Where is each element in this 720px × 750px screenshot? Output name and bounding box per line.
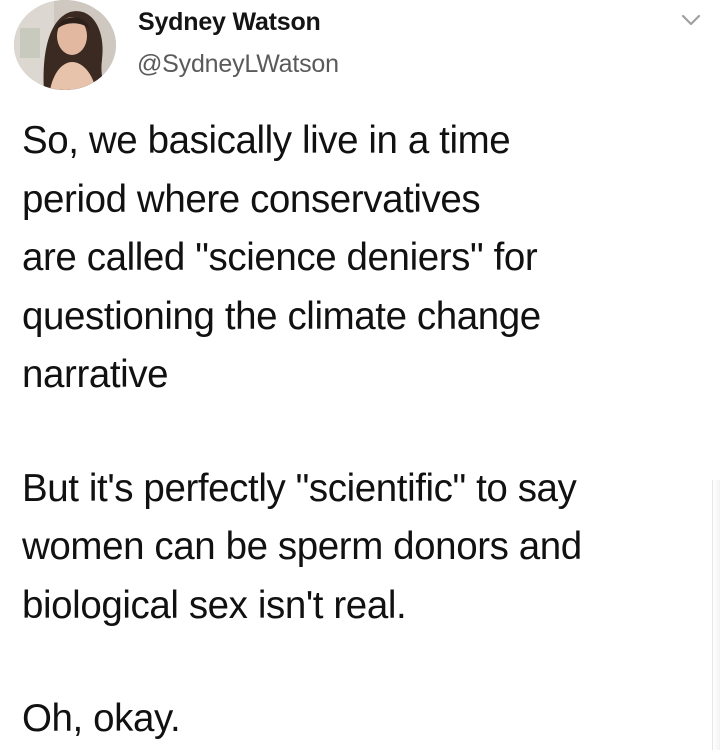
tweet-line: are called "science deniers" for [22,236,538,279]
tweet-line: Oh, okay. [22,697,181,740]
tweet-line: But it's perfectly "scientific" to say [22,466,577,510]
tweet-line: biological sex isn't real. [22,583,407,627]
tweet-line: women can be sperm donors and [22,525,582,568]
tweet-line: period where conservatives [22,177,481,221]
tweet-paragraph-2: But it's perfectly "scientific" to say w… [22,460,712,636]
tweet-line: So, we basically live in a time [22,119,511,162]
tweet-text: So, we basically live in a time period w… [22,112,712,749]
author-avatar[interactable] [14,0,116,90]
tweet-paragraph-1: So, we basically live in a time period w… [22,112,712,405]
tweet-line: questioning the climate change [22,294,541,338]
author-handle[interactable]: @SydneyLWatson [137,50,339,79]
avatar-photo [14,0,116,90]
chevron-down-icon[interactable] [676,8,706,32]
tweet-card: Sydney Watson @SydneyLWatson So, we basi… [0,0,720,750]
tweet-line: narrative [22,353,169,396]
author-name[interactable]: Sydney Watson [138,8,321,37]
page-edge-divider [712,480,720,750]
tweet-paragraph-3: Oh, okay. [22,690,712,749]
